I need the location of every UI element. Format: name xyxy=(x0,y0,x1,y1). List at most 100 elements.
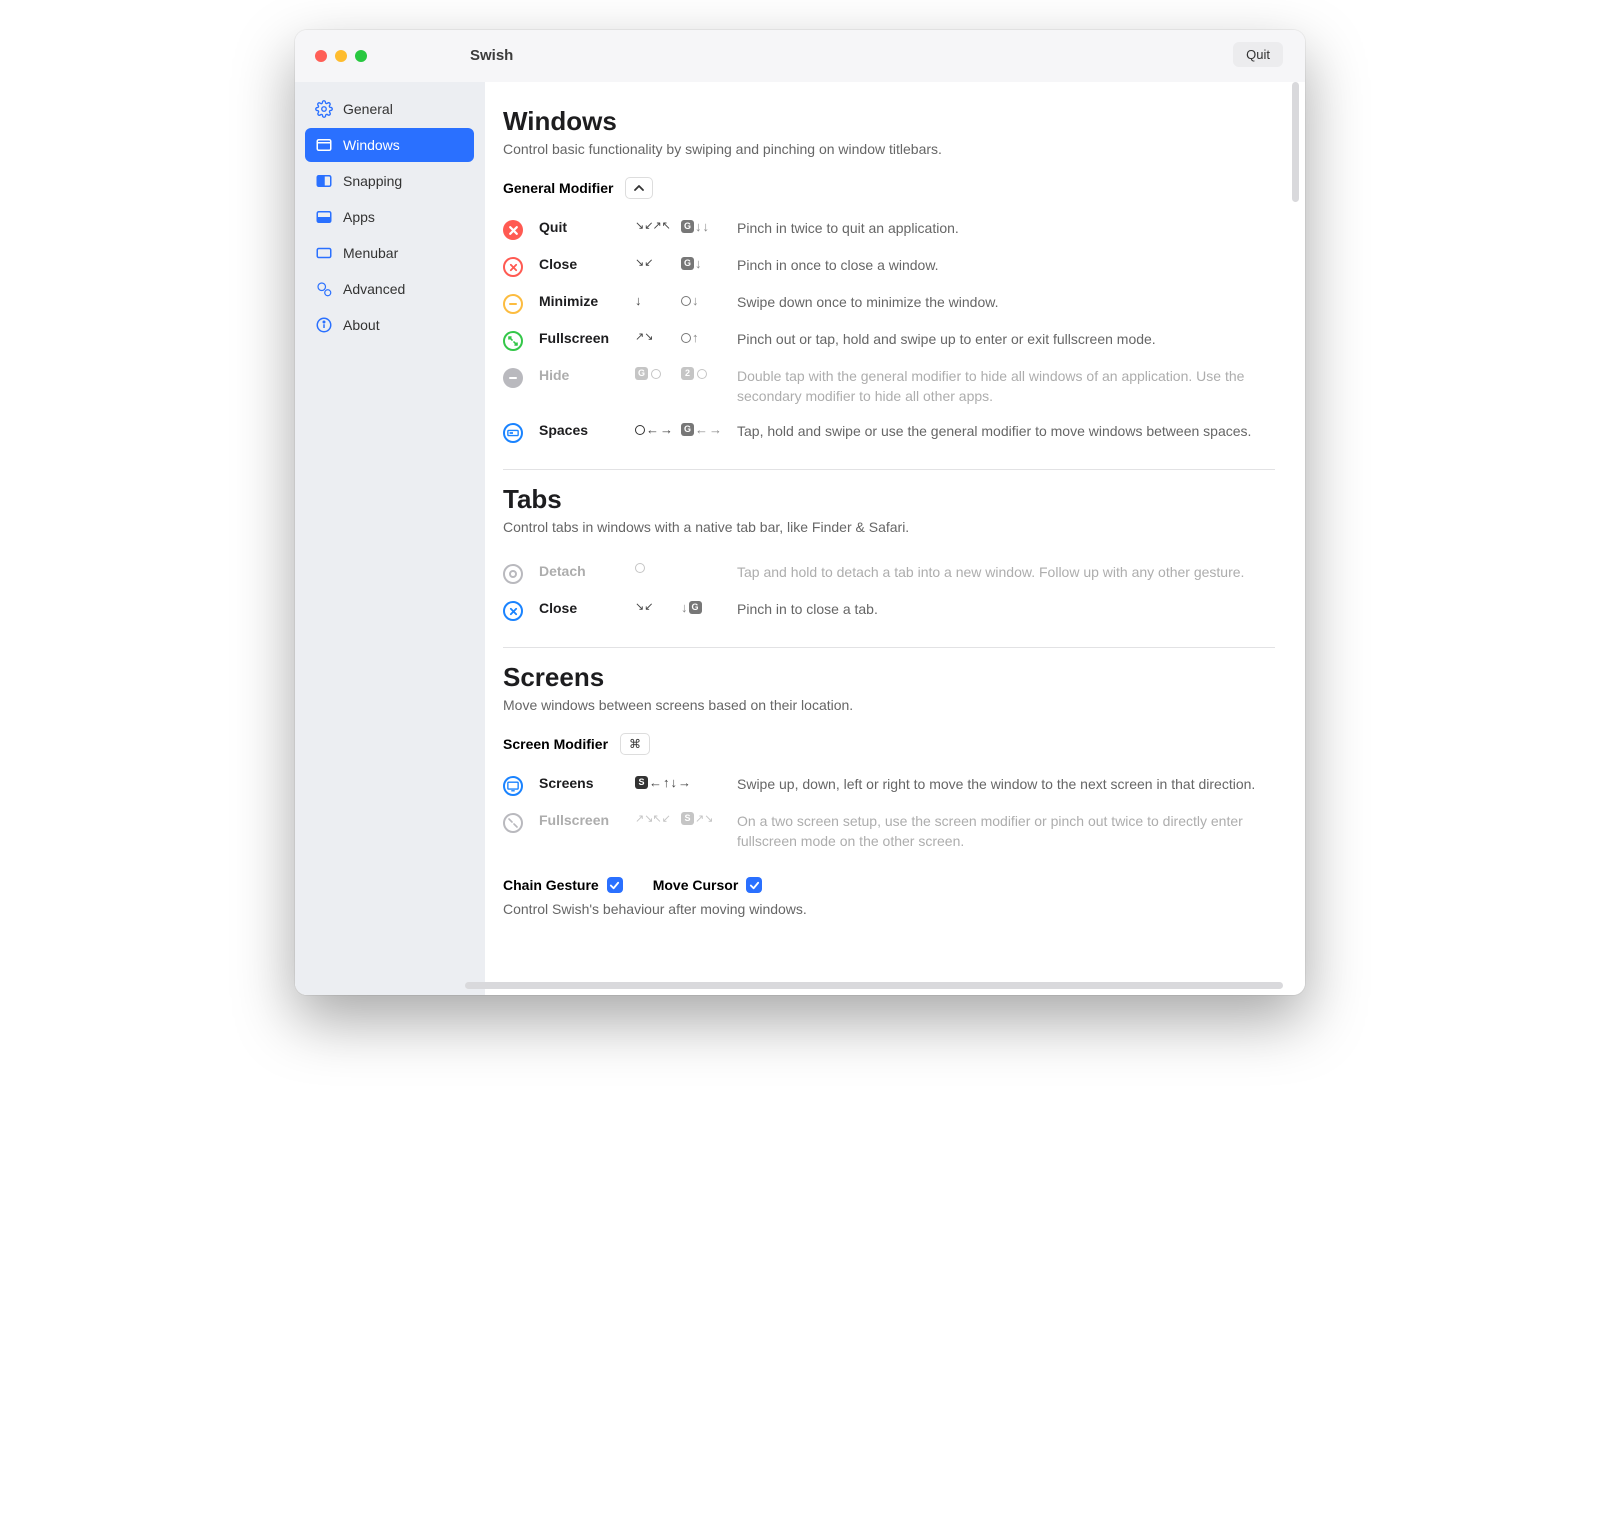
content-pane: Windows Control basic functionality by s… xyxy=(485,82,1305,995)
titlebar: Swish Quit xyxy=(295,30,1305,82)
row-desc: On a two screen setup, use the screen mo… xyxy=(737,812,1275,851)
gesture-primary: ↘↙ xyxy=(635,256,681,269)
general-modifier-button[interactable] xyxy=(625,177,653,199)
toggle-quit[interactable] xyxy=(503,220,523,240)
screen-modifier-button[interactable]: ⌘ xyxy=(620,733,650,755)
general-modifier-label: General Modifier xyxy=(503,180,613,196)
chevron-up-icon xyxy=(634,184,644,192)
sidebar: General Windows Snapping Apps xyxy=(295,82,485,995)
sidebar-item-menubar[interactable]: Menubar xyxy=(305,236,474,270)
row-quit: Quit ↘↙↗↖ G↓↓ Pinch in twice to quit an … xyxy=(503,211,1275,248)
sidebar-item-general[interactable]: General xyxy=(305,92,474,126)
zoom-window-button[interactable] xyxy=(355,50,367,62)
row-spaces: Spaces ←→ G←→ Tap, hold and swipe or use… xyxy=(503,414,1275,451)
preferences-window: Swish Quit General Windows Snapping xyxy=(295,30,1305,995)
row-name: Spaces xyxy=(539,422,635,438)
divider xyxy=(503,647,1275,648)
gesture-secondary: G↓↓ xyxy=(681,219,737,234)
section-heading-windows: Windows xyxy=(503,106,1275,137)
gesture-primary: ↗↘ xyxy=(635,330,681,343)
row-name: Quit xyxy=(539,219,635,235)
x-icon xyxy=(509,607,518,616)
row-screen-fullscreen: Fullscreen ↗↘↖↙ S↗↘ On a two screen setu… xyxy=(503,804,1275,859)
gesture-secondary: G←→ xyxy=(681,422,737,437)
gesture-primary: ↘↙↗↖ xyxy=(635,219,681,232)
gesture-secondary: ↓ xyxy=(681,293,737,308)
toggle-detach[interactable] xyxy=(503,564,523,584)
sidebar-item-snapping[interactable]: Snapping xyxy=(305,164,474,198)
row-close: Close ↘↙ G↓ Pinch in once to close a win… xyxy=(503,248,1275,285)
gesture-secondary: ↓G xyxy=(681,600,737,615)
advanced-icon xyxy=(315,280,333,298)
x-icon xyxy=(509,263,518,272)
row-minimize: Minimize ↓ ↓ Swipe down once to minimize… xyxy=(503,285,1275,322)
x-icon xyxy=(508,225,519,236)
gesture-primary: ↘↙ xyxy=(635,600,681,613)
gesture-primary: ←→ xyxy=(635,422,681,437)
toggle-screen-fullscreen[interactable] xyxy=(503,813,523,833)
row-desc: Swipe up, down, left or right to move th… xyxy=(737,775,1275,795)
minimize-window-button[interactable] xyxy=(335,50,347,62)
vertical-scrollbar[interactable] xyxy=(1292,82,1299,202)
menubar-icon xyxy=(315,244,333,262)
row-desc: Tap and hold to detach a tab into a new … xyxy=(737,563,1275,583)
toggle-hide[interactable] xyxy=(503,368,523,388)
row-desc: Tap, hold and swipe or use the general m… xyxy=(737,422,1275,442)
sidebar-item-windows[interactable]: Windows xyxy=(305,128,474,162)
sidebar-item-label: About xyxy=(343,317,380,333)
minus-icon xyxy=(508,299,518,309)
checkbox-row: Chain Gesture Move Cursor xyxy=(503,877,1275,893)
window-title: Swish xyxy=(470,47,513,64)
chain-gesture-checkbox[interactable] xyxy=(607,877,623,893)
gesture-secondary: ↑ xyxy=(681,330,737,345)
section-heading-screens: Screens xyxy=(503,662,1275,693)
toggle-tab-close[interactable] xyxy=(503,601,523,621)
move-cursor-label: Move Cursor xyxy=(653,877,739,893)
section-subtitle-windows: Control basic functionality by swiping a… xyxy=(503,141,1275,157)
gesture-primary: G xyxy=(635,367,681,380)
screens-footer: Control Swish's behaviour after moving w… xyxy=(503,901,1275,917)
minus-icon xyxy=(508,373,518,383)
sidebar-item-about[interactable]: About xyxy=(305,308,474,342)
close-window-button[interactable] xyxy=(315,50,327,62)
row-desc: Pinch in twice to quit an application. xyxy=(737,219,1275,239)
gesture-secondary: S↗↘ xyxy=(681,812,737,825)
window-icon xyxy=(315,136,333,154)
toggle-close[interactable] xyxy=(503,257,523,277)
row-desc: Swipe down once to minimize the window. xyxy=(737,293,1275,313)
quit-button[interactable]: Quit xyxy=(1233,42,1283,67)
row-name: Close xyxy=(539,256,635,272)
row-name: Fullscreen xyxy=(539,330,635,346)
move-cursor-checkbox[interactable] xyxy=(746,877,762,893)
check-icon xyxy=(749,880,760,891)
chain-gesture-option: Chain Gesture xyxy=(503,877,623,893)
toggle-minimize[interactable] xyxy=(503,294,523,314)
sidebar-item-apps[interactable]: Apps xyxy=(305,200,474,234)
row-name: Screens xyxy=(539,775,635,791)
section-subtitle-screens: Move windows between screens based on th… xyxy=(503,697,1275,713)
section-subtitle-tabs: Control tabs in windows with a native ta… xyxy=(503,519,1275,535)
gesture-primary xyxy=(635,563,681,573)
row-desc: Pinch in to close a tab. xyxy=(737,600,1275,620)
row-name: Detach xyxy=(539,563,635,579)
sidebar-item-label: Advanced xyxy=(343,281,405,297)
screen-modifier-row: Screen Modifier ⌘ xyxy=(503,733,1275,755)
gesture-primary: S←↑↓→ xyxy=(635,775,713,790)
gesture-primary: ↗↘↖↙ xyxy=(635,812,681,825)
row-name: Hide xyxy=(539,367,635,383)
move-cursor-option: Move Cursor xyxy=(653,877,763,893)
sidebar-item-label: Windows xyxy=(343,137,400,153)
toggle-screens[interactable] xyxy=(503,776,523,796)
sidebar-item-label: General xyxy=(343,101,393,117)
horizontal-scrollbar[interactable] xyxy=(465,982,1283,989)
chain-gesture-label: Chain Gesture xyxy=(503,877,599,893)
sidebar-item-label: Menubar xyxy=(343,245,398,261)
sidebar-item-label: Apps xyxy=(343,209,375,225)
row-desc: Pinch out or tap, hold and swipe up to e… xyxy=(737,330,1275,350)
monitor-icon xyxy=(507,781,519,792)
sidebar-item-advanced[interactable]: Advanced xyxy=(305,272,474,306)
row-name: Close xyxy=(539,600,635,616)
toggle-spaces[interactable] xyxy=(503,423,523,443)
toggle-fullscreen[interactable] xyxy=(503,331,523,351)
general-modifier-row: General Modifier xyxy=(503,177,1275,199)
